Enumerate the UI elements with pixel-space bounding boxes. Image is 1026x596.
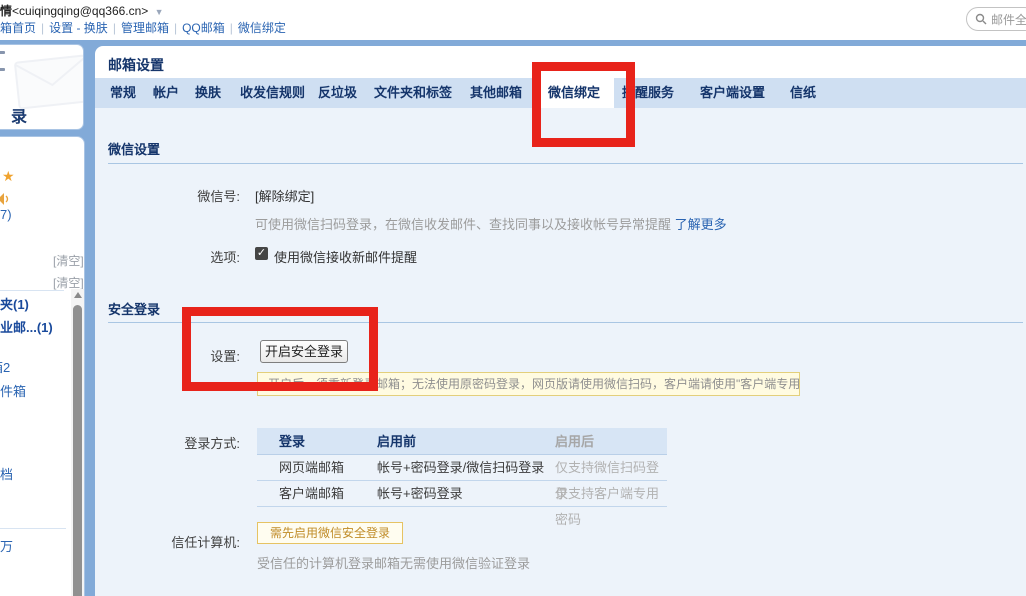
sidebar-scrollbar-thumb[interactable] [73,305,82,596]
section-title-wechat: 微信设置 [108,139,160,158]
sidebar-item-bottom[interactable]: 万 [0,536,13,555]
col-header-login: 登录 [257,428,377,455]
nav-link-manage-mail[interactable]: 管理邮箱 [121,21,169,35]
trusted-description: 受信任的计算机登录邮箱无需使用微信验证登录 [257,553,530,572]
tab-stationery[interactable]: 信纸 [782,78,824,108]
sidebar-item-archive[interactable]: 档 [0,464,13,483]
nav-link-settings-skin[interactable]: 设置 - 换肤 [49,21,108,35]
scrollbar-up-icon[interactable] [74,292,82,298]
page-title: 邮箱设置 [108,55,164,75]
wechat-notify-checkbox[interactable]: ✓ [255,247,268,260]
section-divider [108,163,1023,164]
unbind-link[interactable]: [解除绑定] [255,186,314,205]
tab-client[interactable]: 客户端设置 [692,78,773,108]
sidebar-item-outbox[interactable]: 件箱 [0,381,26,400]
col-header-after: 启用后 [555,428,667,455]
sidebar-item-biz-mail[interactable]: 业邮...(1) [0,317,53,336]
section-divider [108,322,1023,323]
cut-text-fragment [0,51,5,54]
login-mode-table: 登录 启用前 启用后 网页端邮箱 帐号+密码登录/微信扫码登录 仅支持微信扫码登… [257,428,667,507]
top-nav: 箱首页|设置 - 换肤|管理邮箱|QQ邮箱|微信绑定 [0,19,286,36]
tab-skin[interactable]: 换肤 [187,78,229,108]
sidebar-item-contacts[interactable]: 录 [11,103,27,127]
secure-login-notice: 开启后，须重新登录邮箱；无法使用原密码登录，网页版请使用微信扫码，客户端请使用"… [257,372,800,396]
options-label: 选项: [100,247,240,266]
sidebar-unread-count[interactable]: 7) [0,207,12,222]
nav-link-home[interactable]: 箱首页 [0,21,36,35]
trusted-requirement-badge: 需先启用微信安全登录 [257,522,403,544]
account-email: <cuiqingqing@qq366.cn> [12,4,148,18]
settings-panel: 邮箱设置 常规 帐户 换肤 收发信规则 反垃圾 文件夹和标签 其他邮箱 微信绑定… [95,46,1026,596]
wechat-id-label: 微信号: [100,186,240,205]
speaker-icon[interactable] [0,192,10,206]
learn-more-link[interactable]: 了解更多 [675,217,727,232]
tab-general[interactable]: 常规 [102,78,144,108]
nav-link-qqmail[interactable]: QQ邮箱 [182,21,225,35]
section-title-security: 安全登录 [108,299,160,318]
nav-link-wechat-bind[interactable]: 微信绑定 [238,21,286,35]
enable-secure-login-button[interactable]: 开启安全登录 [260,340,348,363]
chevron-down-icon[interactable]: ▼ [155,7,164,17]
security-setting-label: 设置: [100,346,240,365]
login-mode-label: 登录方式: [100,433,240,452]
tab-mail-rules[interactable]: 收发信规则 [232,78,313,108]
cut-text-fragment [0,68,5,71]
sidebar-item-mailbox2[interactable]: 箱2 [0,357,10,376]
clear-link[interactable]: [清空] [53,252,84,269]
trusted-computer-label: 信任计算机: [100,532,240,551]
star-icon[interactable]: ★ [2,168,15,185]
tab-account[interactable]: 帐户 [145,78,187,108]
table-header-row: 登录 启用前 启用后 [257,428,667,455]
tab-folders-tags[interactable]: 文件夹和标签 [366,78,460,108]
account-name: 情 [0,4,12,18]
sidebar-divider [0,290,64,291]
tab-antispam[interactable]: 反垃圾 [310,78,365,108]
account-info[interactable]: 情<cuiqingqing@qq366.cn> ▼ [0,2,164,19]
tab-reminder[interactable]: 提醒服务 [614,78,682,108]
sidebar-top-card: 录 [0,44,84,130]
tab-wechat-bind[interactable]: 微信绑定 [534,78,614,108]
col-header-before: 启用前 [377,428,555,455]
wechat-notify-label: 使用微信接收新邮件提醒 [274,247,417,266]
top-bar: 情<cuiqingqing@qq366.cn> ▼ 箱首页|设置 - 换肤|管理… [0,0,1026,40]
tab-content-wechat-bind: 微信设置 微信号: [解除绑定] 可使用微信扫码登录，在微信收发邮件、查找同事以… [95,108,1026,596]
search-placeholder: 邮件全 [991,11,1026,28]
wechat-description: 可使用微信扫码登录，在微信收发邮件、查找同事以及接收帐号异常提醒 了解更多 [255,214,727,233]
qq-mail-settings-screen: 情<cuiqingqing@qq366.cn> ▼ 箱首页|设置 - 换肤|管理… [0,0,1026,596]
sidebar-item-folder[interactable]: 夹(1) [0,294,29,313]
search-input[interactable]: 邮件全 [966,7,1026,31]
settings-tab-bar: 常规 帐户 换肤 收发信规则 反垃圾 文件夹和标签 其他邮箱 微信绑定 提醒服务… [95,78,1026,108]
sidebar-divider [0,528,66,529]
search-icon [975,13,987,25]
table-row: 客户端邮箱 帐号+密码登录 仅支持客户端专用密码 [257,481,667,507]
table-row: 网页端邮箱 帐号+密码登录/微信扫码登录 仅支持微信扫码登录 [257,455,667,481]
tab-other-mail[interactable]: 其他邮箱 [462,78,530,108]
